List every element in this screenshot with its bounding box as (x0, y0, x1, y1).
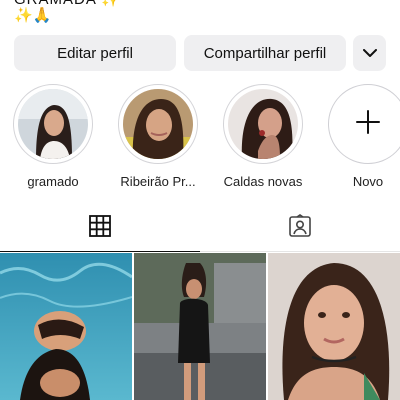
chevron-down-icon (362, 45, 377, 62)
highlight-caldas-novas[interactable]: Caldas novas (222, 84, 304, 189)
bio-line-1: GRAMADA ✨ (14, 0, 314, 8)
highlight-ring (118, 84, 198, 164)
tagged-person-icon (288, 213, 312, 243)
tab-tagged[interactable] (200, 206, 400, 250)
highlight-new[interactable]: Novo (327, 84, 400, 189)
highlight-thumbnail (18, 89, 88, 159)
highlight-ribeirao[interactable]: Ribeirão Pr... (117, 84, 199, 189)
highlight-label: Ribeirão Pr... (120, 174, 196, 189)
post-thumbnail[interactable] (268, 253, 400, 400)
grid-icon (89, 214, 111, 242)
plus-icon (355, 109, 381, 140)
new-highlight-button[interactable] (328, 84, 400, 164)
more-options-button[interactable] (353, 35, 386, 71)
posts-grid (0, 253, 400, 400)
edit-profile-label: Editar perfil (57, 44, 133, 62)
highlight-ring (223, 84, 303, 164)
bio-line-2: ✨🙏 (14, 7, 52, 24)
edit-profile-button[interactable]: Editar perfil (14, 35, 176, 71)
highlight-gramado[interactable]: gramado (12, 84, 94, 189)
share-profile-label: Compartilhar perfil (203, 44, 327, 62)
highlight-label: Caldas novas (223, 174, 303, 189)
highlight-thumbnail (228, 89, 298, 159)
highlight-label: Novo (352, 174, 384, 189)
active-tab-indicator (0, 250, 200, 252)
highlight-label: gramado (27, 174, 79, 189)
profile-bio: GRAMADA ✨ ✨🙏 (14, 0, 314, 24)
profile-tabs (0, 206, 400, 252)
highlight-ring (13, 84, 93, 164)
highlight-thumbnail (123, 89, 193, 159)
post-thumbnail[interactable] (134, 253, 266, 400)
tab-posts-grid[interactable] (0, 206, 200, 250)
share-profile-button[interactable]: Compartilhar perfil (184, 35, 346, 71)
post-thumbnail[interactable] (0, 253, 132, 400)
